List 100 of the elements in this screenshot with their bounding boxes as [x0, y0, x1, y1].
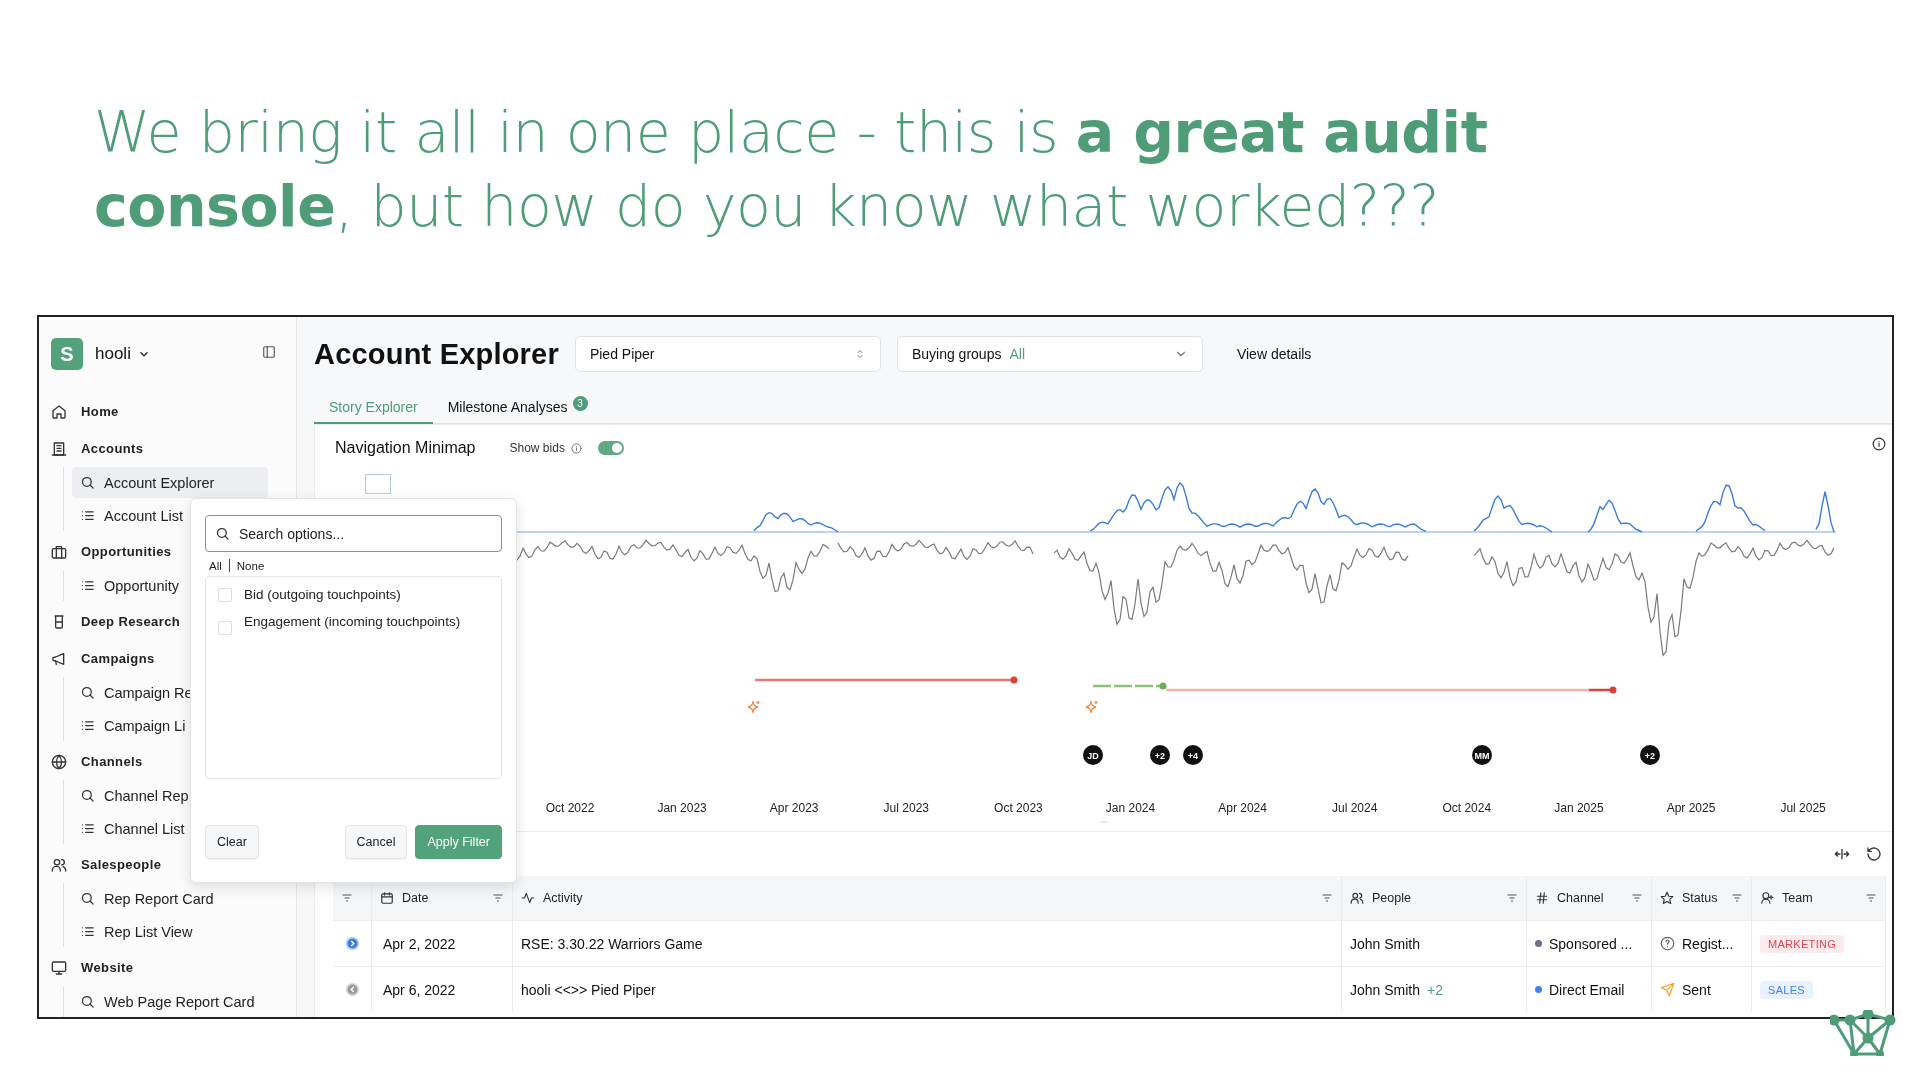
sidebar-section[interactable]: Accounts	[51, 432, 144, 465]
avatar-badge[interactable]: +2	[1640, 745, 1660, 765]
axis-label: Oct 2024	[1442, 801, 1492, 815]
search-icon	[80, 994, 95, 1009]
reset-icon	[1866, 846, 1882, 862]
paper-plane-icon	[1660, 982, 1675, 997]
filter-icon[interactable]	[1865, 892, 1877, 904]
axis-label: Jul 2025	[1780, 801, 1826, 815]
workspace-switcher[interactable]: hooli	[95, 344, 151, 364]
filter-icon[interactable]	[1506, 892, 1518, 904]
column-header[interactable]: Status	[1682, 891, 1718, 905]
avatar-badge[interactable]: +2	[1150, 745, 1170, 765]
sidebar-section[interactable]: Home	[51, 395, 119, 428]
sidebar-section[interactable]: Website	[51, 951, 134, 984]
monitor-icon	[51, 959, 67, 976]
table-cell: John Smith	[1350, 935, 1421, 952]
people-icon	[1350, 891, 1364, 905]
select-all-link[interactable]: All	[209, 559, 222, 572]
table-cell: Sent	[1682, 981, 1711, 998]
search-icon	[80, 685, 95, 700]
sidebar-section[interactable]: Opportunities	[51, 535, 172, 568]
column-header[interactable]: Team	[1782, 891, 1813, 905]
list-icon	[80, 508, 95, 523]
sidebar-item[interactable]: Web Page Report Card	[72, 986, 259, 1017]
count-badge: 3	[572, 396, 588, 411]
axis-label: Jul 2023	[883, 801, 929, 815]
checkbox[interactable]	[218, 588, 232, 602]
avatar-badge[interactable]: JD	[1083, 745, 1103, 765]
search-icon	[215, 526, 230, 541]
table-cell: Direct Email	[1549, 981, 1625, 998]
people-icon	[51, 856, 67, 873]
filter-icon[interactable]	[1631, 892, 1643, 904]
arrows-horizontal-icon	[1834, 846, 1850, 862]
network-logo-icon	[1830, 1010, 1898, 1056]
filter-icon[interactable]	[492, 892, 504, 904]
question-circle-icon	[1660, 936, 1675, 951]
sidebar-item[interactable]: Rep List View	[72, 916, 197, 947]
outgoing-arrow-icon	[344, 936, 360, 951]
filter-icon[interactable]	[1321, 892, 1333, 904]
sidebar-item[interactable]: Opportunity	[72, 570, 183, 601]
account-select[interactable]: Pied Piper	[574, 336, 881, 372]
column-header[interactable]: Date	[402, 891, 429, 905]
axis-label: Jan 2024	[1105, 801, 1156, 815]
more-people-count: +2	[1427, 981, 1443, 998]
list-icon	[80, 718, 95, 733]
table-cell: Apr 6, 2022	[372, 966, 513, 1012]
avatar-badge[interactable]: MM	[1472, 745, 1492, 765]
sidebar-item[interactable]: Account List	[72, 500, 187, 531]
sparkle-icon[interactable]	[747, 700, 761, 714]
briefcase-icon	[51, 543, 67, 560]
home-icon	[51, 403, 67, 420]
sidebar-item[interactable]: Campaign Li	[72, 710, 190, 741]
tab[interactable]: Milestone Analyses 3	[432, 391, 603, 424]
minimap-viewport[interactable]	[365, 474, 391, 494]
buying-groups-select[interactable]: Buying groups All	[896, 336, 1203, 372]
sidebar-toggle-icon	[262, 345, 276, 359]
team-tag: MARKETING	[1760, 934, 1845, 953]
info-icon	[570, 442, 582, 454]
sparkle-icon[interactable]	[1085, 700, 1099, 714]
search-field[interactable]: Search options...	[205, 515, 502, 552]
sidebar-item[interactable]: Channel List	[72, 813, 189, 844]
star-icon	[1660, 891, 1674, 905]
pulse-icon	[521, 891, 535, 905]
hash-icon	[1535, 891, 1549, 905]
table-cell: hooli <<>> Pied Piper	[513, 966, 1342, 1012]
search-icon	[80, 891, 95, 906]
fit-view-button[interactable]	[1834, 846, 1850, 862]
sidebar-section[interactable]: Deep Research	[51, 605, 181, 638]
sidebar-item[interactable]: Channel Rep	[72, 780, 193, 811]
milestone-range-bar[interactable]	[755, 676, 1018, 684]
sidebar-section[interactable]: Channels	[51, 745, 143, 778]
page-title: Account Explorer	[314, 337, 559, 371]
popup-button[interactable]: Cancel	[344, 825, 408, 859]
option-label[interactable]: Engagement (incoming touchpoints)	[244, 612, 461, 632]
avatar-badge[interactable]: +4	[1183, 745, 1203, 765]
sidebar-item[interactable]: Rep Report Card	[72, 883, 218, 914]
table-cell: Regist...	[1682, 935, 1734, 952]
sidebar-section[interactable]: Campaigns	[51, 642, 155, 675]
reset-button[interactable]	[1866, 846, 1882, 862]
view-details-link[interactable]: View details	[1230, 345, 1318, 363]
column-header[interactable]: People	[1372, 891, 1411, 905]
panel-title: Navigation Minimap	[335, 439, 476, 457]
milestone-range-bar[interactable]	[1166, 686, 1617, 694]
sidebar-section[interactable]: Salespeople	[51, 848, 162, 881]
select-none-link[interactable]: None	[236, 559, 265, 572]
person-icon	[1760, 891, 1774, 905]
column-header[interactable]: Activity	[543, 891, 583, 905]
axis-label: Oct 2022	[545, 801, 595, 815]
info-icon	[1872, 437, 1886, 451]
sidebar-item[interactable]: Account Explorer	[72, 467, 268, 498]
show-bids-toggle[interactable]	[597, 441, 624, 455]
milestone-range-bar[interactable]	[1093, 682, 1167, 690]
option-label[interactable]: Bid (outgoing touchpoints)	[244, 585, 401, 605]
filter-icon[interactable]	[341, 892, 353, 904]
column-header[interactable]: Channel	[1557, 891, 1604, 905]
filter-icon[interactable]	[1731, 892, 1743, 904]
checkbox[interactable]	[218, 621, 232, 635]
list-icon	[80, 578, 95, 593]
popup-button[interactable]: Clear	[205, 825, 259, 859]
axis-label: Apr 2023	[769, 801, 819, 815]
